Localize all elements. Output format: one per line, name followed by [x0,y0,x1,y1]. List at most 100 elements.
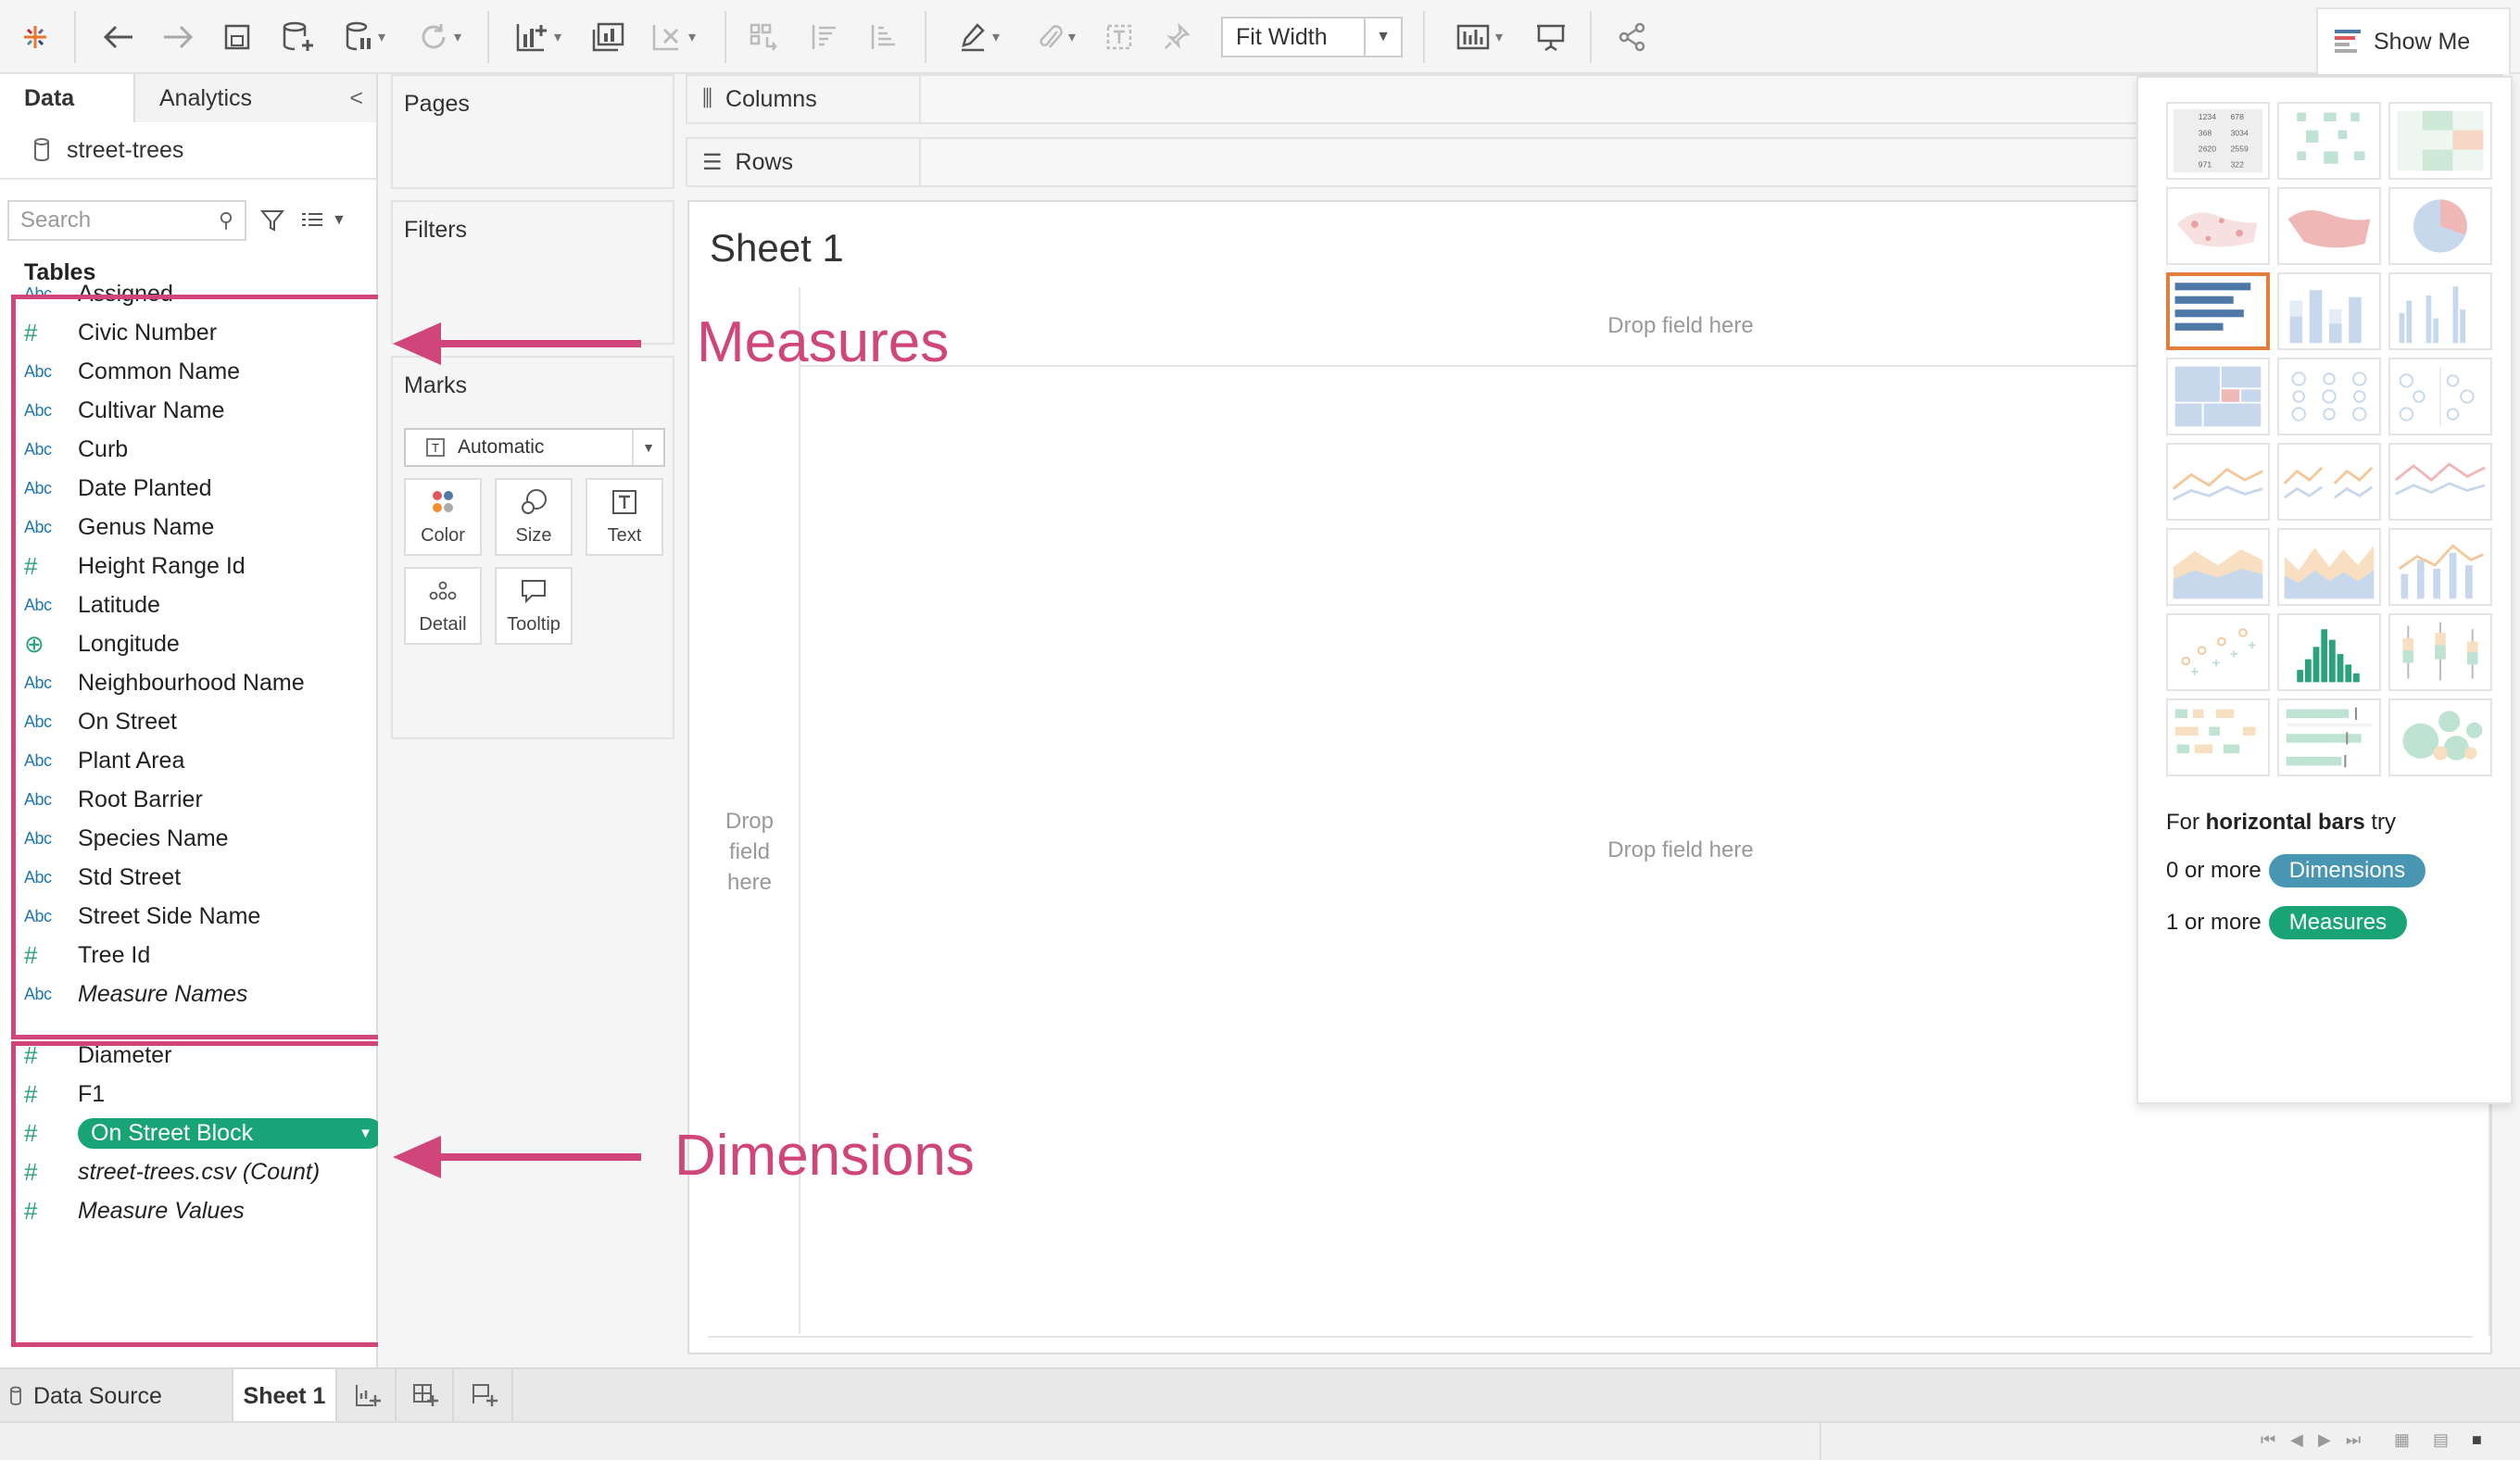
view-list-icon[interactable] [300,208,324,233]
toolbar: ▾ ▾ ▾ ▾ ▾ ▾ Fit Width ▼ ▾ Show Me [0,0,2520,74]
sort-descending-icon[interactable] [862,15,902,59]
dual-lines-thumb[interactable] [2388,443,2492,521]
drop-field-left[interactable]: Drop field here [708,806,791,898]
detail-icon [427,575,459,607]
fit-width-dropdown[interactable]: Fit Width ▼ [1221,17,1403,57]
drop-field-left-line: here [726,870,773,895]
group-icon[interactable]: ▾ [1025,15,1090,59]
symbol-map-thumb[interactable] [2166,187,2270,265]
redo-icon[interactable] [158,15,198,59]
chevron-down-icon[interactable]: ▼ [1364,19,1401,56]
mark-type-dropdown[interactable]: T Automatic ▼ [404,428,665,467]
hint-prefix: For [2166,810,2199,835]
fit-width-label: Fit Width [1236,23,1328,50]
color-button[interactable]: Color [404,478,482,556]
collapse-pane-icon[interactable]: < [349,85,363,112]
next-page-icon[interactable]: ▶ [2318,1430,2331,1450]
filmstrip-icon[interactable]: ▤ [2433,1430,2449,1450]
text-table-thumb[interactable]: 1234 678 368 3034 2620 2559 971 322 [2166,102,2270,180]
highlight-table-thumb[interactable] [2388,102,2492,180]
tabs-view-icon[interactable]: ■ [2472,1430,2482,1450]
show-cards-icon[interactable]: ▾ [1447,15,1512,59]
drop-field-center[interactable]: Drop field here [1565,837,1796,863]
scatter-plot-thumb[interactable] [2166,613,2270,691]
svg-text:368: 368 [2199,128,2212,137]
last-page-icon[interactable]: ⏭ [2346,1430,2361,1450]
fix-axes-icon[interactable] [1158,15,1195,59]
filled-map-thumb[interactable] [2277,187,2381,265]
svg-text:3034: 3034 [2231,128,2249,137]
box-whisker-thumb[interactable] [2388,613,2492,691]
filter-icon[interactable] [259,208,285,233]
new-data-source-icon[interactable] [278,15,319,59]
new-story-tab-icon[interactable] [458,1369,513,1423]
sheet-title[interactable]: Sheet 1 [710,226,844,271]
chevron-down-icon[interactable]: ▼ [332,212,346,229]
tab-analytics[interactable]: Analytics < [135,74,376,122]
side-by-side-bars-thumb[interactable] [2388,272,2492,350]
swap-icon[interactable] [743,15,784,59]
size-button[interactable]: Size [495,478,573,556]
dimensions-requirement: 0 or more Dimensions [2166,854,2426,887]
continuous-lines-thumb[interactable] [2166,443,2270,521]
sheet-tab[interactable]: Sheet 1 [232,1369,337,1423]
packed-bubbles-thumb[interactable] [2388,699,2492,776]
clear-sheet-icon[interactable]: ▾ [641,15,706,59]
text-button[interactable]: Text [586,478,663,556]
histogram-thumb[interactable] [2277,613,2381,691]
gantt-thumb[interactable] [2166,699,2270,776]
svg-text:971: 971 [2199,160,2212,170]
data-source-tab-label: Data Source [33,1382,162,1409]
tooltip-button[interactable]: Tooltip [495,567,573,645]
new-worksheet-icon[interactable]: ▾ [506,15,571,59]
chevron-down-icon[interactable]: ▼ [632,430,663,465]
pages-shelf[interactable]: Pages [391,74,674,189]
undo-icon[interactable] [98,15,139,59]
save-icon[interactable] [219,15,256,59]
measures-requirement: 1 or more Measures [2166,906,2408,939]
show-me-tab[interactable]: Show Me [2316,7,2511,74]
area-continuous-thumb[interactable] [2166,528,2270,606]
prev-page-icon[interactable]: ◀ [2290,1430,2303,1450]
horizontal-bars-thumb[interactable] [2166,272,2270,350]
measures-highlight-box [11,295,384,1039]
dual-combination-thumb[interactable] [2388,528,2492,606]
duplicate-sheet-icon[interactable] [587,15,628,59]
side-by-side-circles-thumb[interactable] [2388,358,2492,435]
new-worksheet-tab-icon[interactable] [341,1369,397,1423]
heat-map-thumb[interactable] [2277,102,2381,180]
first-page-icon[interactable]: ⏮ [2261,1430,2275,1450]
sort-ascending-icon[interactable] [802,15,843,59]
treemap-thumb[interactable] [2166,358,2270,435]
share-icon[interactable] [1612,15,1653,59]
new-dashboard-tab-icon[interactable] [398,1369,454,1423]
data-source-tab[interactable]: Data Source [9,1369,162,1423]
highlight-icon[interactable]: ▾ [949,15,1010,59]
tableau-logo-icon[interactable] [17,15,54,59]
status-bar: ⏮ ◀ ▶ ⏭ ▦ ▤ ■ [0,1421,2520,1460]
detail-button[interactable]: Detail [404,567,482,645]
mark-type-label: Automatic [458,436,545,458]
search-input[interactable]: Search ⚲ [7,200,246,241]
presentation-icon[interactable] [1531,15,1571,59]
tooltip-label: Tooltip [507,614,561,635]
refresh-icon[interactable]: ▾ [408,15,472,59]
data-source-item[interactable]: street-trees [0,122,376,180]
pause-updates-icon[interactable]: ▾ [337,15,393,59]
labels-icon[interactable] [1101,15,1138,59]
show-me-icon [2335,30,2361,53]
bullet-graph-thumb[interactable] [2277,699,2381,776]
circle-views-thumb[interactable] [2277,358,2381,435]
area-discrete-thumb[interactable] [2277,528,2381,606]
text-label: Text [607,525,642,546]
drop-field-top[interactable]: Drop field here [1565,313,1796,339]
measures-requirement-text: 1 or more [2166,910,2262,935]
stacked-bars-thumb[interactable] [2277,272,2381,350]
columns-label: Columns [725,85,817,112]
show-me-label: Show Me [2374,28,2471,55]
sheet-sorter-icon[interactable]: ▦ [2394,1430,2410,1450]
tab-data[interactable]: Data [0,74,135,122]
discrete-lines-thumb[interactable] [2277,443,2381,521]
rows-label: Rows [735,148,794,175]
pie-chart-thumb[interactable] [2388,187,2492,265]
